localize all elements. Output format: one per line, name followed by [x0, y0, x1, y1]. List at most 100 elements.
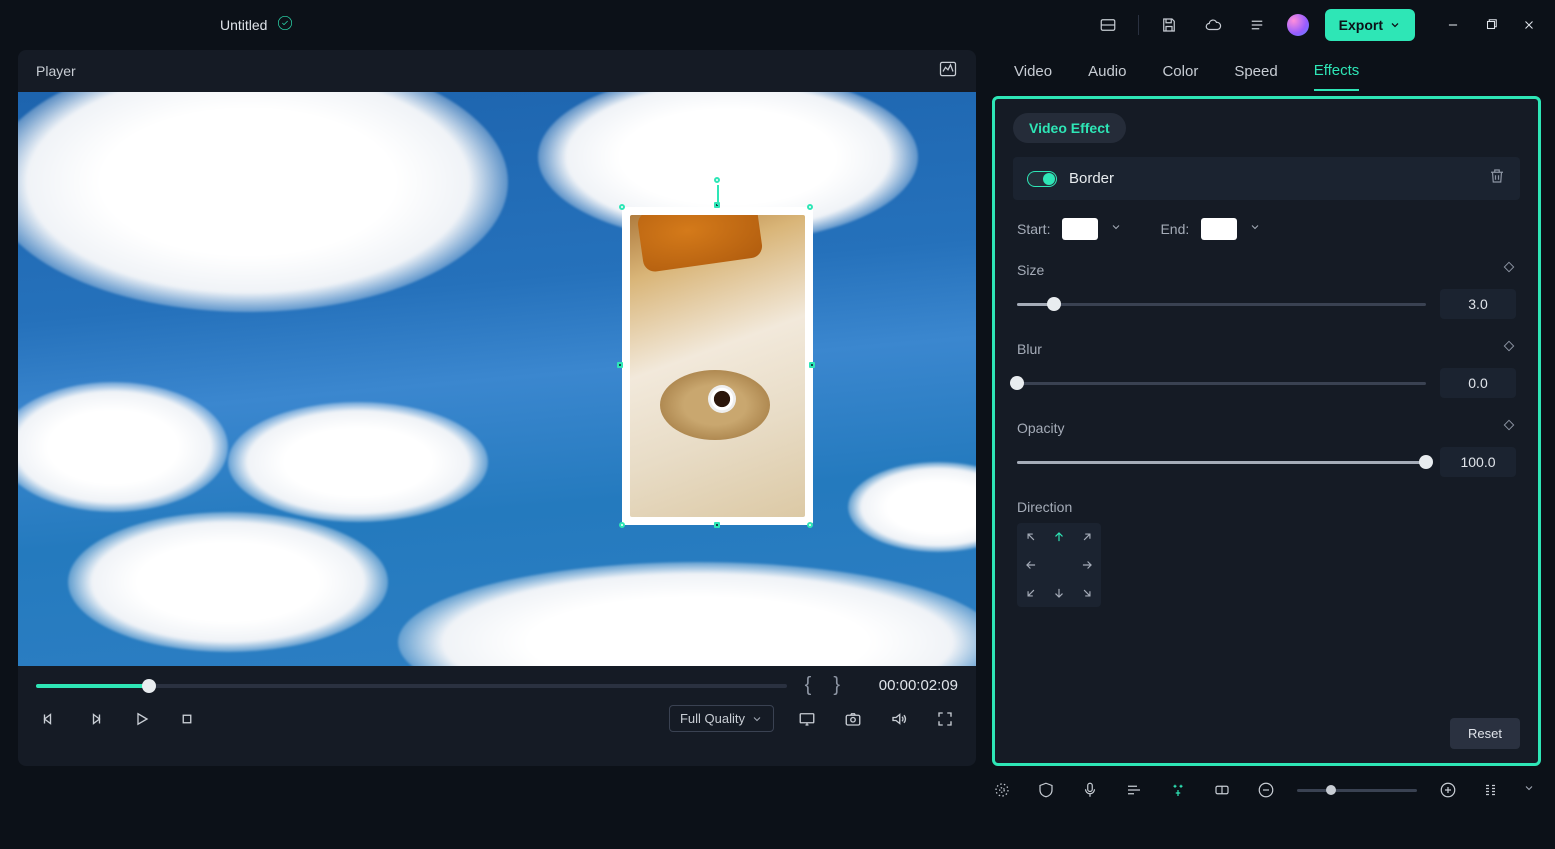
- direction-w[interactable]: [1017, 551, 1045, 579]
- waveform-icon[interactable]: [938, 59, 958, 84]
- direction-sw[interactable]: [1017, 579, 1045, 607]
- opacity-slider[interactable]: [1017, 461, 1426, 464]
- tab-effects[interactable]: Effects: [1314, 52, 1360, 91]
- opacity-label: Opacity: [1017, 420, 1064, 436]
- export-label: Export: [1339, 17, 1383, 33]
- zoom-thumb[interactable]: [1326, 785, 1336, 795]
- rotation-handle-line: [717, 185, 719, 205]
- window-close[interactable]: [1519, 15, 1539, 35]
- direction-n[interactable]: [1045, 523, 1073, 551]
- blur-slider-thumb[interactable]: [1010, 376, 1024, 390]
- sky-cloud: [398, 562, 976, 666]
- divider: [1138, 15, 1139, 35]
- opacity-slider-thumb[interactable]: [1419, 455, 1433, 469]
- start-color-dropdown[interactable]: [1110, 220, 1122, 238]
- adjust-icon[interactable]: [989, 777, 1015, 803]
- prev-frame-button[interactable]: [36, 706, 62, 732]
- timeline-view-dropdown[interactable]: [1523, 781, 1535, 799]
- play-button[interactable]: [128, 706, 154, 732]
- shield-icon[interactable]: [1033, 777, 1059, 803]
- sky-cloud: [18, 382, 228, 512]
- layout-icon[interactable]: [1094, 11, 1122, 39]
- border-toggle[interactable]: [1027, 171, 1057, 187]
- mark-out-button[interactable]: }: [829, 674, 844, 697]
- zoom-in-icon[interactable]: [1435, 777, 1461, 803]
- resize-handle-nw[interactable]: [619, 204, 625, 210]
- menu-list-icon[interactable]: [1243, 11, 1271, 39]
- video-effect-chip[interactable]: Video Effect: [1013, 113, 1126, 143]
- size-label: Size: [1017, 262, 1044, 278]
- sky-cloud: [68, 512, 388, 652]
- blur-slider[interactable]: [1017, 382, 1426, 385]
- zoom-slider[interactable]: [1297, 789, 1417, 792]
- user-avatar[interactable]: [1287, 14, 1309, 36]
- zoom-out-icon[interactable]: [1253, 777, 1279, 803]
- direction-ne[interactable]: [1073, 523, 1101, 551]
- size-keyframe-icon[interactable]: [1502, 260, 1516, 279]
- start-color-swatch[interactable]: [1062, 218, 1098, 240]
- tab-color[interactable]: Color: [1162, 53, 1198, 90]
- direction-se[interactable]: [1073, 579, 1101, 607]
- blur-group: Blur 0.0: [1013, 339, 1520, 398]
- direction-center: [1045, 551, 1073, 579]
- opacity-keyframe-icon[interactable]: [1502, 418, 1516, 437]
- delete-effect-button[interactable]: [1488, 167, 1506, 190]
- snapshot-icon[interactable]: [840, 706, 866, 732]
- player-panel: Player: [18, 50, 976, 766]
- direction-nw[interactable]: [1017, 523, 1045, 551]
- opacity-value[interactable]: 100.0: [1440, 447, 1516, 477]
- preview-canvas[interactable]: [18, 92, 976, 666]
- tab-video[interactable]: Video: [1014, 53, 1052, 90]
- end-color-dropdown[interactable]: [1249, 220, 1261, 238]
- mark-in-button[interactable]: {: [801, 674, 816, 697]
- sky-cloud: [848, 462, 976, 552]
- mic-icon[interactable]: [1077, 777, 1103, 803]
- timeline-view-icon[interactable]: [1479, 777, 1505, 803]
- volume-icon[interactable]: [886, 706, 912, 732]
- effects-panel: Video Effect Border Start: End:: [992, 96, 1541, 766]
- selected-clip-overlay[interactable]: [622, 207, 813, 525]
- size-slider[interactable]: [1017, 303, 1426, 306]
- resize-handle-w[interactable]: [617, 362, 623, 368]
- next-frame-button[interactable]: [82, 706, 108, 732]
- blur-keyframe-icon[interactable]: [1502, 339, 1516, 358]
- window-maximize[interactable]: [1481, 15, 1501, 35]
- opacity-group: Opacity 100.0: [1013, 418, 1520, 477]
- stop-button[interactable]: [174, 706, 200, 732]
- size-slider-thumb[interactable]: [1047, 297, 1061, 311]
- blur-label: Blur: [1017, 341, 1042, 357]
- direction-e[interactable]: [1073, 551, 1101, 579]
- export-button[interactable]: Export: [1325, 9, 1415, 41]
- gradient-row: Start: End:: [1013, 218, 1520, 240]
- border-header-left: Border: [1027, 170, 1114, 187]
- end-label: End:: [1160, 221, 1189, 237]
- quality-dropdown[interactable]: Full Quality: [669, 705, 774, 732]
- screen-settings-icon[interactable]: [794, 706, 820, 732]
- inspector-panel: Video Audio Color Speed Effects Video Ef…: [986, 50, 1555, 766]
- fullscreen-icon[interactable]: [932, 706, 958, 732]
- decor: [708, 385, 736, 413]
- direction-s[interactable]: [1045, 579, 1073, 607]
- resize-handle-ne[interactable]: [807, 204, 813, 210]
- tab-speed[interactable]: Speed: [1234, 53, 1277, 90]
- window-minimize[interactable]: [1443, 15, 1463, 35]
- effects-stack-icon[interactable]: [1165, 777, 1191, 803]
- resize-handle-e[interactable]: [809, 362, 815, 368]
- seek-slider[interactable]: [36, 684, 787, 688]
- project-title-group: Untitled: [220, 15, 293, 36]
- resize-handle-sw[interactable]: [619, 522, 625, 528]
- bottom-toolbar: [0, 766, 1555, 814]
- save-icon[interactable]: [1155, 11, 1183, 39]
- seek-thumb[interactable]: [142, 679, 156, 693]
- marker-icon[interactable]: [1209, 777, 1235, 803]
- tracks-icon[interactable]: [1121, 777, 1147, 803]
- resize-handle-s[interactable]: [714, 522, 720, 528]
- end-color-swatch[interactable]: [1201, 218, 1237, 240]
- resize-handle-se[interactable]: [807, 522, 813, 528]
- blur-value[interactable]: 0.0: [1440, 368, 1516, 398]
- reset-button[interactable]: Reset: [1450, 718, 1520, 749]
- rotation-handle[interactable]: [714, 177, 720, 183]
- cloud-icon[interactable]: [1199, 11, 1227, 39]
- size-value[interactable]: 3.0: [1440, 289, 1516, 319]
- tab-audio[interactable]: Audio: [1088, 53, 1126, 90]
